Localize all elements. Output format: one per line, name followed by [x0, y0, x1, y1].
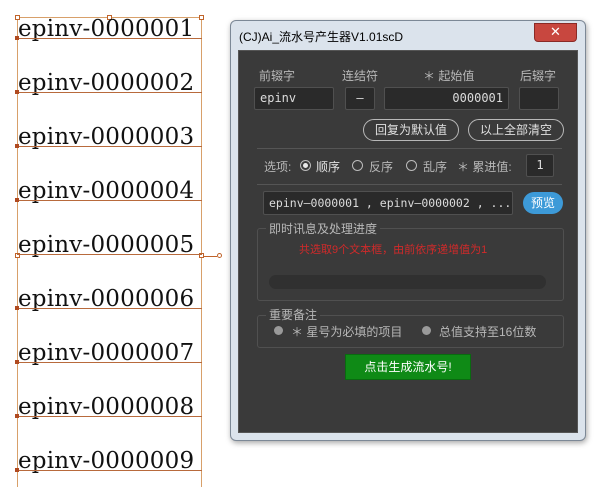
- prefix-input[interactable]: epinv: [254, 87, 334, 110]
- random-radio-label[interactable]: 乱序: [423, 158, 447, 175]
- progress-group-title: 即时讯息及处理进度: [266, 220, 381, 237]
- baseline-anchor: [15, 306, 19, 310]
- artboard: epinv-0000001 epinv-0000002 epinv-000000…: [0, 0, 230, 487]
- clear-all-button[interactable]: 以上全部清空: [468, 119, 564, 141]
- options-label: 选项:: [264, 160, 292, 174]
- random-radio[interactable]: [406, 160, 417, 171]
- connector-label: 连结符: [342, 69, 379, 83]
- reset-defaults-button[interactable]: 回复为默认值: [363, 119, 459, 141]
- reverse-radio[interactable]: [352, 160, 363, 171]
- reverse-radio-label[interactable]: 反序: [369, 158, 393, 175]
- baseline-anchor: [15, 360, 19, 364]
- sequential-radio[interactable]: [300, 160, 311, 171]
- window-title: (CJ)Ai_流水号产生器V1.01scD: [239, 30, 404, 44]
- connector-input[interactable]: –: [345, 87, 375, 110]
- progress-bar: [269, 275, 546, 289]
- sequential-radio-label[interactable]: 顺序: [316, 158, 340, 175]
- baseline: [17, 146, 202, 147]
- generate-button[interactable]: 点击生成流水号!: [345, 354, 471, 380]
- prefix-label: 前辍字: [259, 69, 296, 83]
- preview-button[interactable]: 预览: [523, 192, 563, 214]
- bullet-icon: [422, 326, 431, 335]
- step-input[interactable]: 1: [526, 154, 554, 177]
- window-titlebar[interactable]: (CJ)Ai_流水号产生器V1.01scD ✕: [231, 21, 585, 49]
- progress-groupbox: [257, 228, 564, 301]
- serial-number-generator-window: (CJ)Ai_流水号产生器V1.01scD ✕ 前辍字 连结符 ＊ 起始值 后辍…: [230, 20, 586, 441]
- baseline: [17, 416, 202, 417]
- baseline: [17, 38, 202, 39]
- baseline: [17, 470, 202, 471]
- baseline-anchor: [15, 414, 19, 418]
- section-divider: [257, 148, 562, 149]
- rotate-handle[interactable]: [217, 253, 222, 258]
- baseline-anchor: [15, 198, 19, 202]
- frame-handle-top-right[interactable]: [199, 15, 204, 20]
- baseline: [17, 362, 202, 363]
- suffix-label: 后辍字: [520, 69, 557, 83]
- status-message: 共选取9个文本框，由前依序递增值为1: [299, 244, 488, 256]
- baseline: [17, 92, 202, 93]
- preview-field[interactable]: epinv–0000001 , epinv–0000002 , ...: [263, 191, 513, 215]
- notes-group-title: 重要备注: [266, 306, 321, 323]
- note-required: ＊ 星号为必填的项目: [291, 325, 403, 339]
- baseline-anchor: [15, 90, 19, 94]
- baseline: [17, 254, 202, 255]
- start-value-input[interactable]: 0000001: [384, 87, 509, 110]
- note-digits: 总值支持至16位数: [439, 325, 537, 339]
- baseline-anchor: [15, 468, 19, 472]
- baseline-anchor: [15, 36, 19, 40]
- dialog-panel: 前辍字 连结符 ＊ 起始值 后辍字 epinv – 0000001 回复为默认值…: [238, 50, 578, 433]
- section-divider: [257, 184, 562, 185]
- start-value-label: ＊ 起始值: [423, 69, 475, 83]
- rotate-handle-connector: [203, 256, 217, 257]
- step-label: ＊ 累进值:: [457, 160, 512, 174]
- baseline-anchor: [15, 144, 19, 148]
- suffix-input[interactable]: [519, 87, 559, 110]
- baseline: [17, 308, 202, 309]
- bullet-icon: [274, 326, 283, 335]
- close-button[interactable]: ✕: [534, 23, 577, 42]
- baseline: [17, 200, 202, 201]
- close-icon: ✕: [550, 25, 561, 40]
